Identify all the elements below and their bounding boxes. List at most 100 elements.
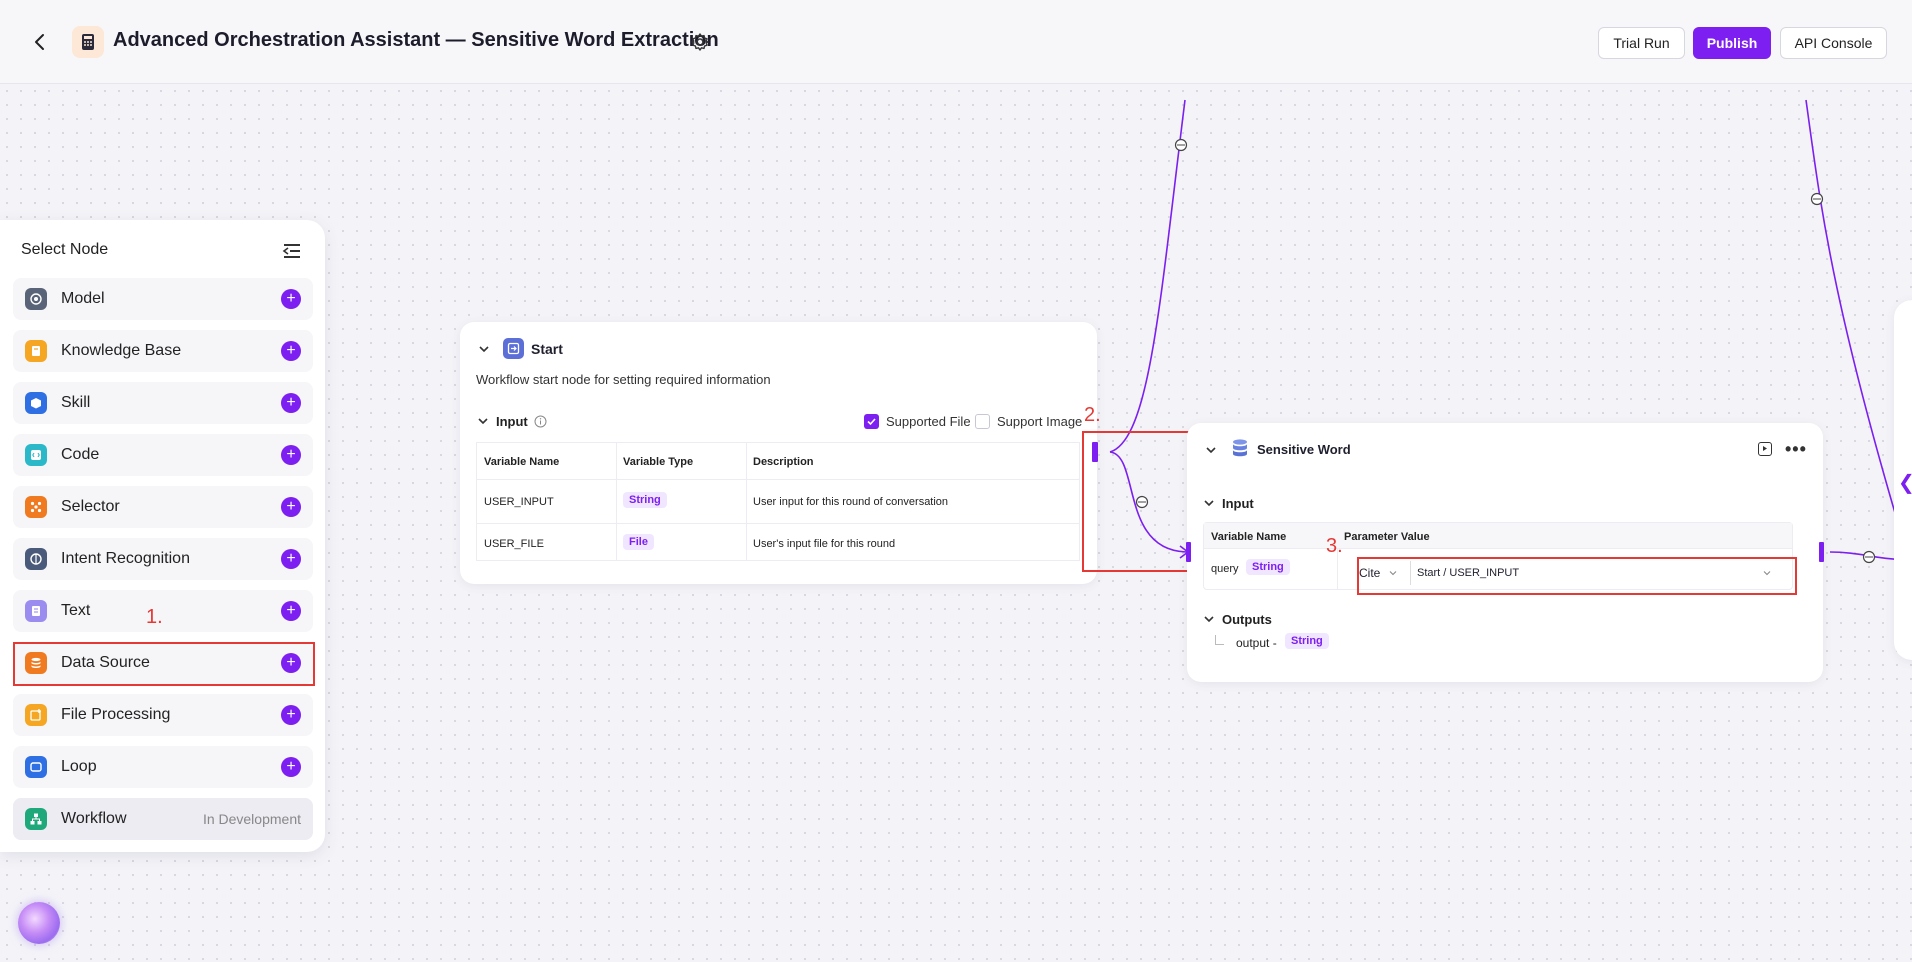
variable-description: User's input file for this round — [753, 538, 896, 550]
annotation-label-1: 1. — [146, 606, 163, 628]
input-section-label: Input — [496, 414, 528, 429]
variable-name: USER_FILE — [484, 538, 544, 550]
node-label: Text — [61, 602, 91, 619]
annotation-label-2: 2. — [1084, 404, 1101, 426]
node-label: Skill — [61, 394, 91, 411]
variable-name: USER_INPUT — [484, 496, 554, 508]
page-title: Advanced Orchestration Assistant — Sensi… — [113, 29, 719, 51]
column-header: Description — [753, 456, 814, 468]
chevron-down-icon[interactable] — [477, 342, 491, 356]
table-header-row: Variable Name Parameter Value — [1204, 523, 1792, 549]
support-image-label: Support Image — [997, 414, 1083, 429]
node-item-code[interactable]: Code + — [13, 434, 313, 476]
plus-icon[interactable]: + — [281, 289, 301, 309]
node-item-file-processing[interactable]: File Processing + — [13, 694, 313, 736]
app-icon — [72, 26, 104, 58]
annotation-box-2 — [1082, 431, 1190, 572]
selector-icon — [25, 496, 47, 518]
supported-file-checkbox[interactable] — [864, 414, 879, 429]
chevron-down-icon[interactable] — [1202, 496, 1216, 510]
node-item-workflow[interactable]: Workflow In Development — [13, 798, 313, 840]
table-header-row: Variable Name Variable Type Description — [477, 443, 1079, 480]
column-header: Parameter Value — [1344, 531, 1430, 543]
annotation-label-3: 3. — [1326, 535, 1343, 557]
chevron-down-icon[interactable] — [476, 414, 490, 428]
node-label: Code — [61, 446, 100, 463]
more-icon[interactable]: ••• — [1785, 439, 1807, 460]
outputs-section-label: Outputs — [1222, 612, 1272, 627]
type-badge: File — [623, 534, 654, 550]
file-process-icon — [25, 704, 47, 726]
api-console-button[interactable]: API Console — [1780, 27, 1887, 59]
support-image-checkbox[interactable] — [975, 414, 990, 429]
gear-icon[interactable] — [689, 31, 711, 53]
database-icon — [1230, 438, 1250, 460]
node-item-selector[interactable]: Selector + — [13, 486, 313, 528]
column-header: Variable Name — [1211, 531, 1287, 543]
node-title: Sensitive Word — [1257, 442, 1351, 457]
supported-file-label: Supported File — [886, 414, 971, 429]
node-item-loop[interactable]: Loop + — [13, 746, 313, 788]
sensitive-word-node-card[interactable]: Sensitive Word ••• Input Variable Name P… — [1187, 423, 1823, 682]
node-description: Workflow start node for setting required… — [476, 372, 771, 387]
trial-run-button[interactable]: Trial Run — [1598, 27, 1685, 59]
variable-description: User input for this round of conversatio… — [753, 496, 949, 508]
node-item-model[interactable]: Model + — [13, 278, 313, 320]
top-header: Advanced Orchestration Assistant — Sensi… — [0, 0, 1912, 84]
variable-table: Variable Name Variable Type Description … — [476, 442, 1080, 561]
back-icon[interactable] — [28, 30, 52, 54]
plus-icon[interactable]: + — [281, 393, 301, 413]
node-title: Start — [531, 341, 563, 357]
type-badge: String — [1285, 633, 1329, 649]
node-label: Knowledge Base — [61, 342, 182, 359]
node-item-skill[interactable]: Skill + — [13, 382, 313, 424]
node-item-knowledge-base[interactable]: Knowledge Base + — [13, 330, 313, 372]
workflow-icon — [25, 808, 47, 830]
chevron-down-icon[interactable] — [1204, 443, 1218, 457]
text-icon — [25, 600, 47, 622]
publish-button[interactable]: Publish — [1693, 27, 1771, 59]
panel-title: Select Node — [21, 241, 109, 258]
node-label: Intent Recognition — [61, 550, 190, 567]
collapse-menu-icon[interactable] — [281, 240, 303, 262]
start-node-card[interactable]: Start Workflow start node for setting re… — [460, 322, 1097, 584]
table-row: USER_FILE File User's input file for thi… — [477, 524, 1079, 560]
chevron-down-icon[interactable] — [1202, 612, 1216, 626]
intent-icon — [25, 548, 47, 570]
book-icon — [25, 340, 47, 362]
info-icon[interactable] — [534, 415, 547, 428]
status-badge: In Development — [202, 811, 301, 827]
loop-icon — [25, 756, 47, 778]
chevron-left-icon[interactable]: ❮ — [1898, 470, 1912, 495]
plus-icon[interactable]: + — [281, 757, 301, 777]
node-label: File Processing — [61, 706, 171, 723]
node-item-text[interactable]: Text + — [13, 590, 313, 632]
model-icon — [25, 288, 47, 310]
node-label: Model — [61, 290, 105, 307]
plus-icon[interactable]: + — [281, 601, 301, 621]
sensitive-output-handle[interactable] — [1819, 542, 1824, 562]
variable-name: query — [1211, 563, 1239, 575]
assistant-orb-icon[interactable] — [18, 902, 60, 944]
annotation-box-3 — [1357, 557, 1797, 595]
code-icon — [25, 444, 47, 466]
sensitive-input-handle[interactable] — [1186, 542, 1191, 562]
column-header: Variable Type — [623, 456, 694, 468]
type-badge: String — [623, 492, 667, 508]
plus-icon[interactable]: + — [281, 341, 301, 361]
edge-start-up — [1109, 99, 1186, 453]
column-header: Variable Name — [484, 456, 560, 468]
node-label: Workflow — [61, 810, 127, 827]
cube-icon — [25, 392, 47, 414]
output-name: output - — [1236, 636, 1277, 650]
node-item-intent-recognition[interactable]: Intent Recognition + — [13, 538, 313, 580]
table-row: USER_INPUT String User input for this ro… — [477, 480, 1079, 524]
plus-icon[interactable]: + — [281, 705, 301, 725]
plus-icon[interactable]: + — [281, 549, 301, 569]
annotation-box-1 — [13, 642, 315, 686]
tree-connector — [1215, 635, 1224, 645]
plus-icon[interactable]: + — [281, 445, 301, 465]
plus-icon[interactable]: + — [281, 497, 301, 517]
type-badge: String — [1246, 559, 1290, 575]
run-icon[interactable] — [1758, 442, 1772, 456]
